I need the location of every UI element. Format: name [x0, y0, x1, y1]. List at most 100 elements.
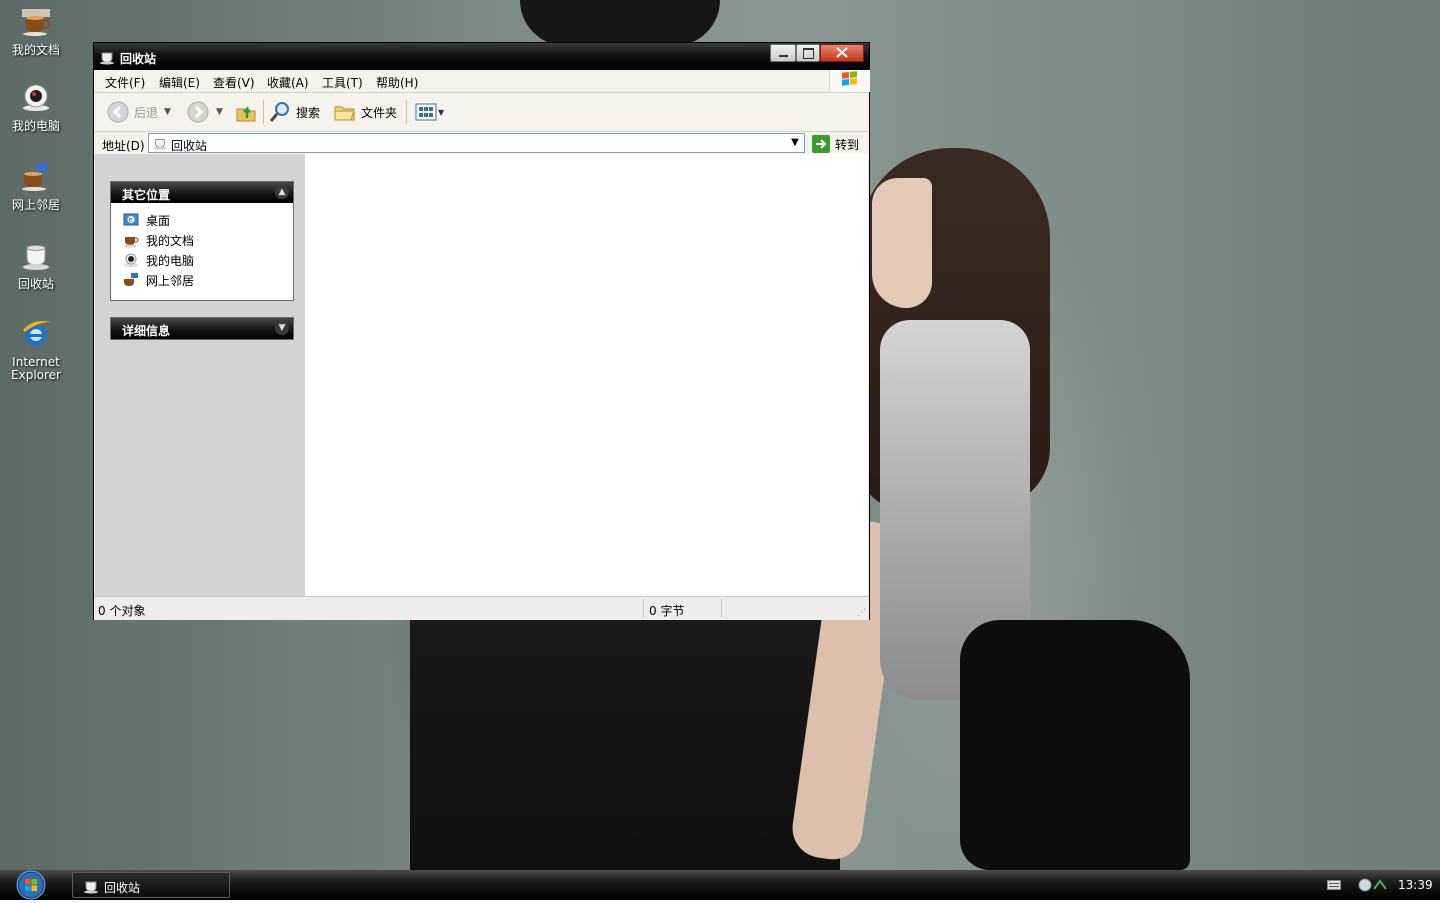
recycle-bin-icon	[100, 52, 114, 65]
svg-text:e: e	[129, 216, 133, 224]
desktop-icon-recycle-bin[interactable]: 回收站	[6, 240, 66, 291]
place-link-label: 我的文档	[146, 234, 195, 248]
window-titlebar[interactable]: 回收站	[94, 43, 869, 70]
views-button[interactable]: ▼	[414, 93, 444, 131]
other-places-panel: 其它位置 ▲ e 桌面 我的文档 我的电脑 网上邻居	[110, 181, 294, 301]
folders-button[interactable]: 文件夹	[333, 93, 397, 131]
menu-help[interactable]: 帮助(H)	[376, 74, 418, 91]
address-input[interactable]: 回收站 ▼	[148, 133, 805, 153]
details-panel: 详细信息 ▼	[110, 317, 294, 340]
toolbar-separator	[406, 100, 407, 124]
back-arrow-icon	[107, 101, 129, 123]
back-label: 后退	[134, 105, 159, 120]
minimize-button[interactable]	[770, 44, 796, 62]
desktop-icon-internet-explorer[interactable]: Internet Explorer	[6, 318, 66, 382]
coffee-cup-icon	[22, 9, 51, 36]
taskbar-window-label: 回收站	[104, 881, 141, 895]
resize-grip-icon[interactable]: ⋰	[857, 608, 866, 618]
address-value: 回收站	[171, 139, 208, 153]
place-link-label: 桌面	[146, 214, 171, 228]
menu-tools[interactable]: 工具(T)	[322, 74, 363, 91]
windows-flag-icon	[842, 71, 857, 86]
other-places-header[interactable]: 其它位置 ▲	[111, 182, 293, 203]
go-arrow-icon	[812, 135, 830, 153]
network-tray-icon[interactable]	[1356, 877, 1390, 893]
details-header[interactable]: 详细信息 ▼	[111, 318, 293, 339]
address-dropdown-icon[interactable]: ▼	[788, 134, 802, 152]
clock[interactable]: 13:39	[1398, 878, 1433, 892]
folders-label: 文件夹	[361, 105, 398, 120]
status-object-count: 0 个对象	[98, 604, 146, 618]
minimize-icon	[779, 55, 788, 57]
wallpaper-shape	[960, 620, 1190, 870]
computer-cup-icon	[23, 84, 49, 111]
standard-toolbar: 后退 ▼ ▼ 搜索 文件夹 ▼	[94, 93, 869, 132]
menu-view[interactable]: 查看(V)	[213, 74, 255, 91]
desktop-icon-label: Internet Explorer	[11, 355, 61, 382]
place-link-label: 网上邻居	[146, 274, 195, 288]
place-link-network-places[interactable]: 网上邻居	[111, 269, 293, 289]
status-bar: 0 个对象 0 字节 ⋰	[94, 596, 869, 620]
desktop-icon-label: 我的电脑	[11, 119, 60, 133]
close-icon	[836, 47, 848, 58]
computer-cup-icon	[124, 253, 138, 267]
taskbar: 回收站 13:39	[0, 870, 1440, 900]
search-button[interactable]: 搜索	[268, 93, 320, 131]
status-separator	[643, 599, 644, 617]
desktop-icon-network-places[interactable]: 网上邻居	[6, 161, 66, 212]
coffee-cup-icon	[124, 237, 139, 248]
recycle-bin-icon	[84, 881, 98, 894]
desktop-icon: e	[123, 213, 139, 226]
menu-file[interactable]: 文件(F)	[105, 74, 145, 91]
windows-orb-icon	[16, 870, 46, 900]
menu-bar: 文件(F) 编辑(E) 查看(V) 收藏(A) 工具(T) 帮助(H)	[94, 70, 870, 93]
search-label: 搜索	[296, 105, 321, 120]
restore-button[interactable]	[796, 44, 820, 62]
start-button[interactable]	[14, 870, 48, 900]
wallpaper-shape	[520, 0, 720, 46]
forward-button[interactable]	[186, 93, 210, 131]
desktop: 我的文档 我的电脑 网上邻居 回收站 Internet Explorer 回收站…	[0, 0, 1440, 870]
up-folder-button[interactable]	[234, 93, 258, 131]
desktop-icon-my-computer[interactable]: 我的电脑	[6, 82, 66, 133]
place-link-my-computer[interactable]: 我的电脑	[111, 249, 293, 269]
close-button[interactable]	[820, 44, 864, 62]
collapse-chevron-icon[interactable]: ▲	[275, 185, 289, 199]
desktop-icon-label: 我的文档	[11, 43, 60, 57]
status-separator	[721, 599, 722, 617]
views-grid-icon	[415, 103, 437, 121]
go-button[interactable]: 转到	[812, 134, 859, 154]
desktop-icon-my-documents[interactable]: 我的文档	[6, 6, 66, 57]
menu-edit[interactable]: 编辑(E)	[159, 74, 200, 91]
recycle-bin-window: 回收站 文件(F) 编辑(E) 查看(V) 收藏(A) 工具(T) 帮助(H)	[93, 42, 870, 620]
menu-favorites[interactable]: 收藏(A)	[267, 74, 309, 91]
place-link-desktop[interactable]: e 桌面	[111, 209, 293, 229]
dropdown-arrow-icon: ▼	[164, 107, 171, 117]
other-places-title: 其它位置	[122, 188, 171, 202]
folder-icon	[334, 106, 355, 121]
taskbar-window-button[interactable]: 回收站	[72, 872, 230, 898]
wallpaper-shape	[872, 178, 932, 308]
place-link-label: 我的电脑	[146, 254, 195, 268]
place-link-my-documents[interactable]: 我的文档	[111, 229, 293, 249]
expand-chevron-icon[interactable]: ▼	[275, 321, 289, 335]
search-icon	[269, 102, 289, 122]
internet-explorer-icon	[23, 321, 51, 346]
up-folder-icon	[236, 105, 256, 122]
address-bar: 地址(D) 回收站 ▼ 转到	[94, 132, 869, 156]
recycle-bin-icon	[153, 139, 167, 150]
network-cup-icon	[22, 163, 48, 191]
forward-dropdown[interactable]: ▼	[216, 93, 223, 131]
restore-icon	[803, 48, 814, 59]
desktop-icon-label: 回收站	[17, 277, 54, 291]
network-cup-icon	[124, 273, 138, 286]
status-bytes: 0 字节	[649, 604, 685, 618]
keyboard-icon[interactable]	[1327, 879, 1341, 891]
desktop-icon-label: 网上邻居	[11, 198, 60, 212]
recycle-bin-cup-icon	[23, 245, 49, 270]
toolbar-separator	[263, 100, 264, 124]
windows-logo	[829, 70, 870, 92]
back-dropdown[interactable]: ▼	[164, 93, 171, 131]
back-button[interactable]: 后退	[106, 93, 158, 131]
file-list-area[interactable]	[305, 154, 868, 596]
